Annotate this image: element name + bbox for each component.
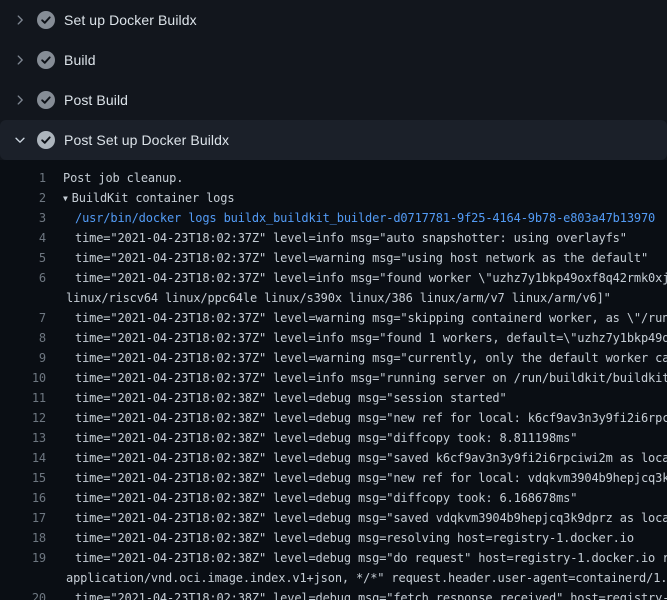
step-label: Set up Docker Buildx	[64, 12, 197, 28]
log-viewer: 1Post job cleanup.2 ▼ BuildKit container l…	[0, 160, 667, 600]
log-line-number[interactable]: 13	[0, 428, 46, 448]
log-line-text: linux/riscv64 linux/ppc64le linux/s390x …	[46, 288, 611, 308]
log-line-number[interactable]: 12	[0, 408, 46, 428]
log-line-number[interactable]: 1	[0, 168, 46, 188]
log-line-number[interactable]: 6	[0, 268, 46, 288]
log-line-number[interactable]: 5	[0, 248, 46, 268]
log-line-number[interactable]: 4	[0, 228, 46, 248]
check-circle-icon	[37, 131, 55, 149]
log-line-text: time="2021-04-23T18:02:38Z" level=debug …	[46, 428, 577, 448]
log-line-text: time="2021-04-23T18:02:38Z" level=debug …	[46, 528, 634, 548]
log-line-number[interactable]: 3	[0, 208, 46, 228]
log-line-number[interactable]: 18	[0, 528, 46, 548]
triangle-down-icon: ▼	[63, 189, 68, 208]
step-row-set-up-docker-buildx[interactable]: Set up Docker Buildx	[0, 0, 667, 40]
log-line-number-empty	[0, 568, 46, 588]
step-row-post-build[interactable]: Post Build	[0, 80, 667, 120]
log-line-text: time="2021-04-23T18:02:38Z" level=debug …	[46, 408, 667, 428]
log-line: 14time="2021-04-23T18:02:38Z" level=debu…	[0, 448, 667, 468]
log-line-number[interactable]: 9	[0, 348, 46, 368]
log-line-number[interactable]: 14	[0, 448, 46, 468]
log-line-text: time="2021-04-23T18:02:37Z" level=info m…	[46, 328, 667, 348]
log-line-text: Post job cleanup.	[46, 168, 183, 188]
log-line-text: time="2021-04-23T18:02:37Z" level=info m…	[46, 228, 627, 248]
log-line-text: time="2021-04-23T18:02:38Z" level=debug …	[46, 548, 667, 568]
log-line: 20time="2021-04-23T18:02:38Z" level=debu…	[0, 588, 667, 600]
log-line: 6time="2021-04-23T18:02:37Z" level=info …	[0, 268, 667, 288]
step-label: Post Set up Docker Buildx	[64, 132, 229, 148]
log-line: 17time="2021-04-23T18:02:38Z" level=debu…	[0, 508, 667, 528]
log-line-text: time="2021-04-23T18:02:38Z" level=debug …	[46, 468, 667, 488]
step-label: Build	[64, 52, 96, 68]
log-line: 12time="2021-04-23T18:02:38Z" level=debu…	[0, 408, 667, 428]
log-line: 8time="2021-04-23T18:02:37Z" level=info …	[0, 328, 667, 348]
log-line: 19time="2021-04-23T18:02:38Z" level=debu…	[0, 548, 667, 568]
log-line-number[interactable]: 11	[0, 388, 46, 408]
log-line: 13time="2021-04-23T18:02:38Z" level=debu…	[0, 428, 667, 448]
log-line-text: time="2021-04-23T18:02:38Z" level=debug …	[46, 388, 507, 408]
check-circle-icon	[37, 51, 55, 69]
log-line-text: time="2021-04-23T18:02:38Z" level=debug …	[46, 588, 667, 600]
step-row-build[interactable]: Build	[0, 40, 667, 80]
check-circle-icon	[37, 91, 55, 109]
log-line: 3/usr/bin/docker logs buildx_buildkit_bu…	[0, 208, 667, 228]
log-group-header[interactable]: ▼ BuildKit container logs	[46, 188, 234, 208]
log-line: application/vnd.oci.image.index.v1+json,…	[0, 568, 667, 588]
log-line-text: /usr/bin/docker logs buildx_buildkit_bui…	[46, 208, 655, 228]
chevron-down-icon	[12, 132, 28, 148]
check-circle-icon	[37, 11, 55, 29]
log-line: 5time="2021-04-23T18:02:37Z" level=warni…	[0, 248, 667, 268]
log-line-number[interactable]: 7	[0, 308, 46, 328]
chevron-right-icon	[12, 52, 28, 68]
log-line-text: time="2021-04-23T18:02:38Z" level=debug …	[46, 448, 667, 468]
log-line: linux/riscv64 linux/ppc64le linux/s390x …	[0, 288, 667, 308]
log-group-title: BuildKit container logs	[72, 191, 235, 205]
log-line-text: time="2021-04-23T18:02:37Z" level=info m…	[46, 268, 667, 288]
log-line-text: time="2021-04-23T18:02:37Z" level=warnin…	[46, 348, 667, 368]
log-line-number[interactable]: 10	[0, 368, 46, 388]
log-line-text: time="2021-04-23T18:02:37Z" level=warnin…	[46, 248, 648, 268]
log-line-number[interactable]: 17	[0, 508, 46, 528]
step-list: Set up Docker Buildx Build Post Build Post …	[0, 0, 667, 160]
log-line: 16time="2021-04-23T18:02:38Z" level=debu…	[0, 488, 667, 508]
log-line-number-empty	[0, 288, 46, 308]
log-line: 9time="2021-04-23T18:02:37Z" level=warni…	[0, 348, 667, 368]
log-line-number[interactable]: 16	[0, 488, 46, 508]
log-line-text: time="2021-04-23T18:02:38Z" level=debug …	[46, 488, 577, 508]
log-line-number[interactable]: 19	[0, 548, 46, 568]
log-line-text: time="2021-04-23T18:02:37Z" level=warnin…	[46, 308, 667, 328]
log-line-number[interactable]: 20	[0, 588, 46, 600]
log-line: 7time="2021-04-23T18:02:37Z" level=warni…	[0, 308, 667, 328]
log-line: 11time="2021-04-23T18:02:38Z" level=debu…	[0, 388, 667, 408]
log-line: 18time="2021-04-23T18:02:38Z" level=debu…	[0, 528, 667, 548]
log-line-text: time="2021-04-23T18:02:38Z" level=debug …	[46, 508, 667, 528]
log-line-number[interactable]: 8	[0, 328, 46, 348]
actions-log-panel: Set up Docker Buildx Build Post Build Post …	[0, 0, 667, 600]
log-line: 1Post job cleanup.	[0, 168, 667, 188]
chevron-right-icon	[12, 12, 28, 28]
log-line-number[interactable]: 2	[0, 188, 46, 208]
log-line-text: application/vnd.oci.image.index.v1+json,…	[46, 568, 667, 588]
log-line-text: time="2021-04-23T18:02:37Z" level=info m…	[46, 368, 667, 388]
log-line: 10time="2021-04-23T18:02:37Z" level=info…	[0, 368, 667, 388]
chevron-right-icon	[12, 92, 28, 108]
log-line: 2 ▼ BuildKit container logs	[0, 188, 667, 208]
log-line: 4time="2021-04-23T18:02:37Z" level=info …	[0, 228, 667, 248]
log-line-number[interactable]: 15	[0, 468, 46, 488]
log-line: 15time="2021-04-23T18:02:38Z" level=debu…	[0, 468, 667, 488]
step-label: Post Build	[64, 92, 128, 108]
step-row-post-set-up-docker-buildx[interactable]: Post Set up Docker Buildx	[0, 120, 667, 160]
